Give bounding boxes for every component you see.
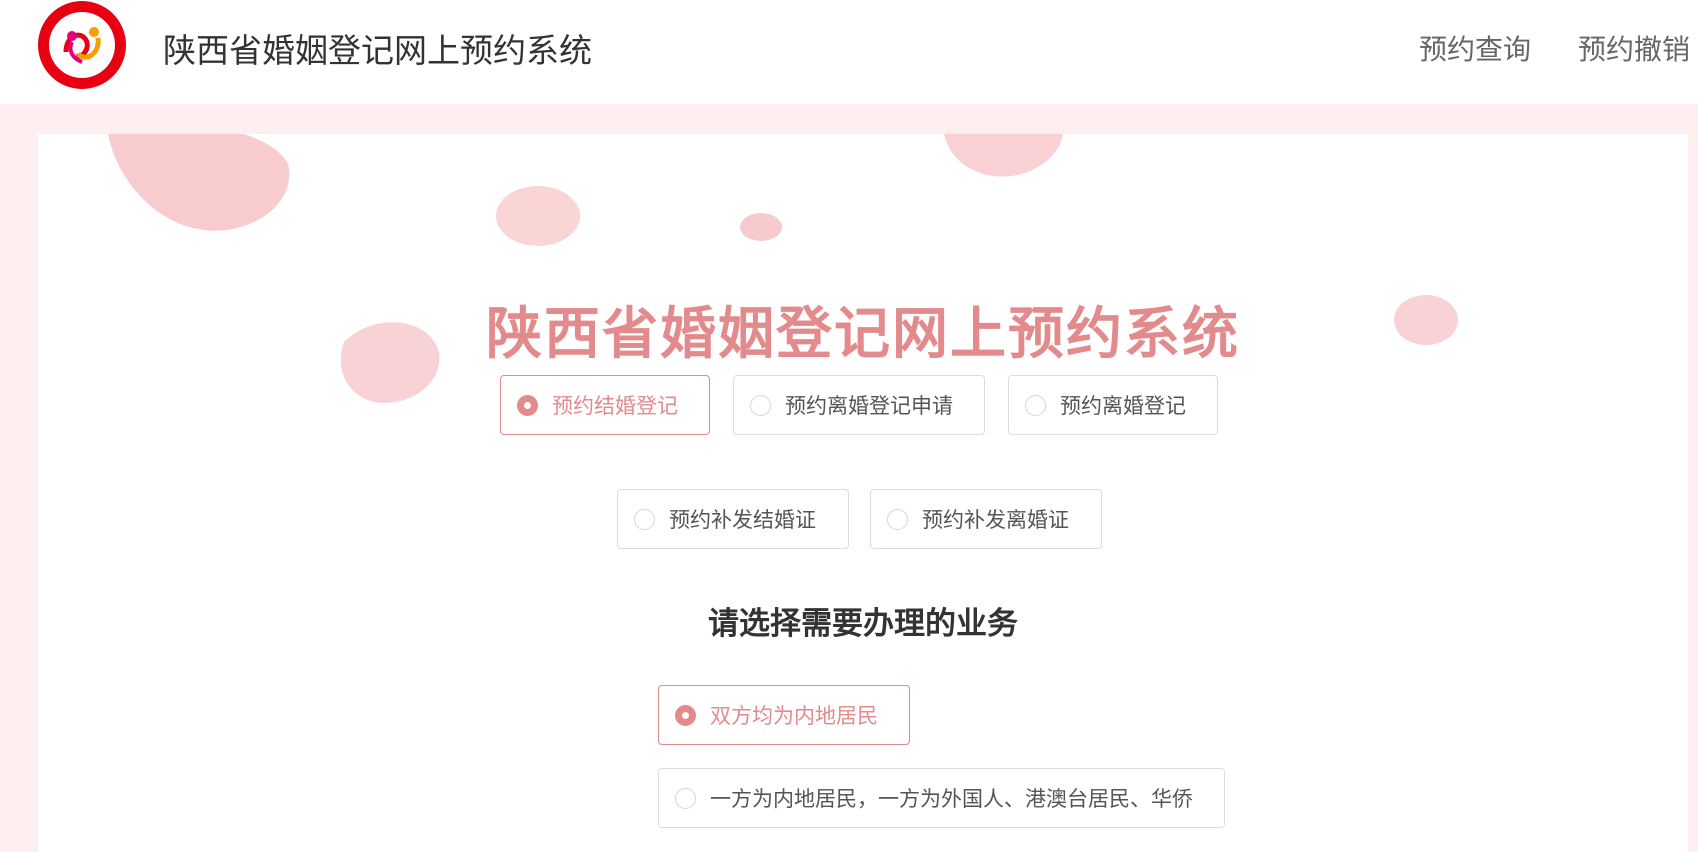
option-marriage-registration[interactable]: 预约结婚登记 xyxy=(500,375,710,435)
option-label: 预约补发结婚证 xyxy=(669,508,816,532)
header: 陕西省婚姻登记网上预约系统 预约查询 预约撤销 xyxy=(0,0,1698,104)
option-one-mainland-one-foreign[interactable]: 一方为内地居民，一方为外国人、港澳台居民、华侨 xyxy=(658,768,1225,828)
option-divorce-application[interactable]: 预约离婚登记申请 xyxy=(733,375,985,435)
option-divorce-registration[interactable]: 预约离婚登记 xyxy=(1008,375,1218,435)
petal-decoration xyxy=(108,134,290,231)
option-label: 双方均为内地居民 xyxy=(710,704,878,728)
radio-unchecked-icon[interactable] xyxy=(750,394,771,416)
option-label: 预约补发离婚证 xyxy=(922,508,1069,532)
radio-checked-icon[interactable] xyxy=(675,704,696,726)
nav-appointment-cancel[interactable]: 预约撤销 xyxy=(1578,28,1690,68)
site-title: 陕西省婚姻登记网上预约系统 xyxy=(163,31,592,70)
radio-checked-icon[interactable] xyxy=(517,394,538,416)
main-panel: 陕西省婚姻登记网上预约系统 预约结婚登记 预约离婚登记申请 预约离婚登记 预约补… xyxy=(38,134,1688,852)
option-reissue-divorce-certificate[interactable]: 预约补发离婚证 xyxy=(870,489,1102,549)
option-reissue-marriage-certificate[interactable]: 预约补发结婚证 xyxy=(617,489,849,549)
petal-decoration xyxy=(740,213,782,241)
section-title: 请选择需要办理的业务 xyxy=(708,606,1018,642)
radio-unchecked-icon[interactable] xyxy=(675,787,696,809)
option-label: 一方为内地居民，一方为外国人、港澳台居民、华侨 xyxy=(710,787,1193,811)
radio-unchecked-icon[interactable] xyxy=(634,508,655,530)
radio-unchecked-icon[interactable] xyxy=(887,508,908,530)
radio-unchecked-icon[interactable] xyxy=(1025,394,1046,416)
petal-decoration xyxy=(944,134,1063,177)
option-label: 预约离婚登记申请 xyxy=(785,394,953,418)
petal-decoration xyxy=(496,186,580,246)
hero-title: 陕西省婚姻登记网上预约系统 xyxy=(486,302,1240,367)
nav-appointment-query[interactable]: 预约查询 xyxy=(1419,28,1531,68)
option-both-mainland-residents[interactable]: 双方均为内地居民 xyxy=(658,685,910,745)
option-label: 预约离婚登记 xyxy=(1060,394,1186,418)
marriage-registration-logo xyxy=(38,1,126,89)
option-label: 预约结婚登记 xyxy=(552,394,678,418)
